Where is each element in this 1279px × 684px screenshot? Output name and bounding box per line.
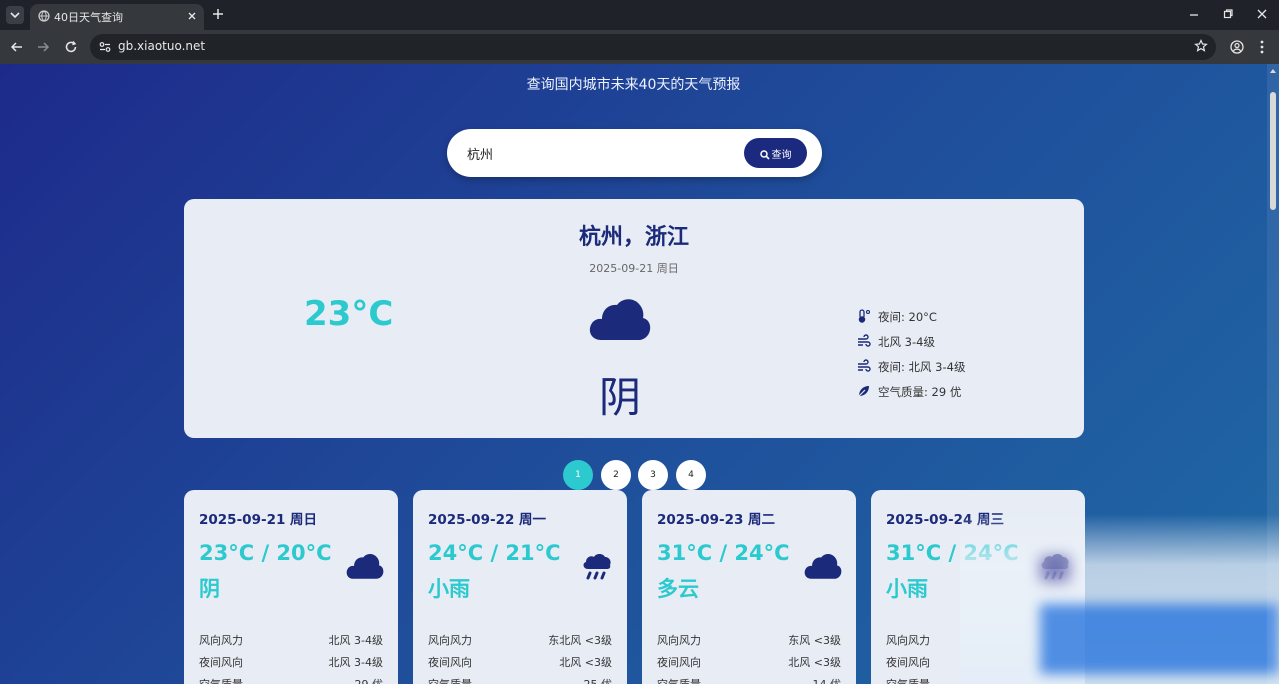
forecast-date: 2025-09-22 周一 — [428, 512, 547, 528]
row-value: 东北风 <3级 — [548, 634, 612, 647]
page-subtitle: 查询国内城市未来40天的天气预报 — [526, 77, 741, 93]
forecast-card: 2025-09-23 周二 31°C / 24°C 多云 风向风力 东风 <3级 … — [642, 490, 856, 684]
scrollbar-thumb[interactable] — [1270, 92, 1276, 210]
profile-icon[interactable] — [1230, 40, 1244, 54]
page-button-2[interactable]: 2 — [601, 460, 631, 490]
current-temperature: 23°C — [304, 294, 394, 334]
minimize-icon[interactable] — [1188, 8, 1200, 20]
forecast-date: 2025-09-21 周日 — [199, 512, 318, 528]
new-tab-icon[interactable] — [211, 7, 225, 21]
detail-text: 空气质量: 29 优 — [878, 385, 962, 399]
forecast-card: 2025-09-24 周三 31°C / 24°C 小雨 风向风力 夜间风向 空… — [871, 490, 1085, 684]
row-label: 空气质量 — [199, 676, 243, 684]
row-value: 东风 <3级 — [788, 634, 841, 647]
menu-kebab-icon[interactable] — [1259, 39, 1265, 55]
search-button[interactable]: 查询 — [744, 138, 807, 168]
page-scrollbar[interactable] — [1267, 64, 1279, 684]
reload-icon[interactable] — [64, 40, 78, 54]
search-button-label: 查询 — [771, 149, 792, 161]
row-value: 14 优 — [813, 676, 842, 684]
row-label: 夜间风向 — [428, 656, 472, 669]
url-text: gb.xiaotuo.net — [118, 39, 206, 53]
page-button-1[interactable]: 1 — [563, 460, 593, 490]
wind-icon — [858, 334, 871, 347]
chevron-down-icon — [10, 12, 20, 19]
forecast-date: 2025-09-24 周三 — [886, 512, 1005, 528]
forecast-card: 2025-09-22 周一 24°C / 21°C 小雨 风向风力 东北风 <3级… — [413, 490, 627, 684]
forecast-condition: 阴 — [199, 577, 220, 601]
row-label: 夜间风向 — [199, 656, 243, 669]
forecast-temp: 31°C / 24°C — [886, 541, 1019, 565]
detail-text: 夜间: 20°C — [878, 310, 937, 324]
forecast-card: 2025-09-21 周日 23°C / 20°C 阴 风向风力 北风 3-4级 … — [184, 490, 398, 684]
scroll-up-arrow-icon[interactable] — [1270, 68, 1276, 74]
row-value: 29 优 — [355, 676, 384, 684]
row-label: 空气质量 — [886, 676, 930, 684]
tab-search-button[interactable] — [6, 6, 24, 24]
back-arrow-icon[interactable] — [10, 40, 24, 54]
forecast-condition: 小雨 — [886, 577, 928, 601]
detail-night-wind: 夜间: 北风 3-4级 — [857, 359, 965, 384]
row-value: 北风 3-4级 — [328, 656, 383, 669]
rain-icon — [1041, 554, 1069, 580]
close-window-icon[interactable] — [1256, 8, 1268, 20]
forecast-temp: 24°C / 21°C — [428, 541, 561, 565]
row-label: 空气质量 — [657, 676, 701, 684]
wind-icon — [858, 359, 871, 372]
detail-text: 夜间: 北风 3-4级 — [878, 360, 966, 374]
site-info-icon[interactable] — [98, 40, 112, 54]
search-icon — [759, 149, 770, 160]
leaf-icon — [857, 386, 869, 398]
tab-title: 40日天气查询 — [54, 11, 123, 24]
row-label: 空气质量 — [428, 676, 472, 684]
current-details: 夜间: 20°C 北风 3-4级 夜间: 北风 3-4级 空气质量: 29 优 — [857, 309, 965, 409]
row-label: 风向风力 — [199, 634, 243, 647]
cloud-icon — [589, 299, 651, 340]
row-value: 北风 <3级 — [559, 656, 612, 669]
detail-text: 北风 3-4级 — [878, 335, 935, 349]
forecast-temp: 31°C / 24°C — [657, 541, 790, 565]
close-tab-icon[interactable] — [186, 10, 198, 22]
forecast-date: 2025-09-23 周二 — [657, 512, 776, 528]
address-bar[interactable]: gb.xiaotuo.net — [90, 34, 1216, 60]
detail-air-quality: 空气质量: 29 优 — [857, 384, 965, 409]
browser-tab[interactable]: 40日天气查询 — [30, 4, 204, 30]
forecast-temp: 23°C / 20°C — [199, 541, 332, 565]
forecast-condition: 多云 — [657, 577, 699, 601]
cloud-icon — [346, 553, 384, 579]
page-content: 查询国内城市未来40天的天气预报 查询 杭州，浙江 2025-09-21 周日 … — [0, 64, 1279, 684]
globe-icon — [38, 10, 50, 22]
detail-night-temp: 夜间: 20°C — [857, 309, 965, 334]
row-label: 夜间风向 — [886, 656, 930, 669]
forward-arrow-icon[interactable] — [36, 40, 50, 54]
page-button-3[interactable]: 3 — [638, 460, 668, 490]
row-value: 25 优 — [584, 676, 613, 684]
detail-wind: 北风 3-4级 — [857, 334, 965, 359]
rain-icon — [583, 554, 611, 580]
current-weather-card: 杭州，浙江 2025-09-21 周日 23°C 阴 夜间: 20°C 北风 3… — [184, 199, 1084, 438]
cloud-icon — [804, 553, 842, 579]
row-value: 北风 3-4级 — [328, 634, 383, 647]
current-city: 杭州，浙江 — [578, 225, 689, 250]
city-search-input[interactable] — [467, 143, 737, 163]
browser-toolbar: gb.xiaotuo.net — [0, 30, 1279, 64]
row-label: 风向风力 — [657, 634, 701, 647]
row-label: 风向风力 — [886, 634, 930, 647]
restore-icon[interactable] — [1223, 9, 1233, 19]
row-label: 风向风力 — [428, 634, 472, 647]
current-date: 2025-09-21 周日 — [589, 262, 679, 275]
page-button-4[interactable]: 4 — [676, 460, 706, 490]
thermometer-icon — [858, 309, 871, 323]
search-bar: 查询 — [447, 129, 822, 177]
row-label: 夜间风向 — [657, 656, 701, 669]
row-value: 北风 <3级 — [788, 656, 841, 669]
bookmark-star-icon[interactable] — [1194, 39, 1208, 53]
browser-tab-bar: 40日天气查询 — [0, 0, 1279, 30]
forecast-condition: 小雨 — [428, 577, 470, 601]
